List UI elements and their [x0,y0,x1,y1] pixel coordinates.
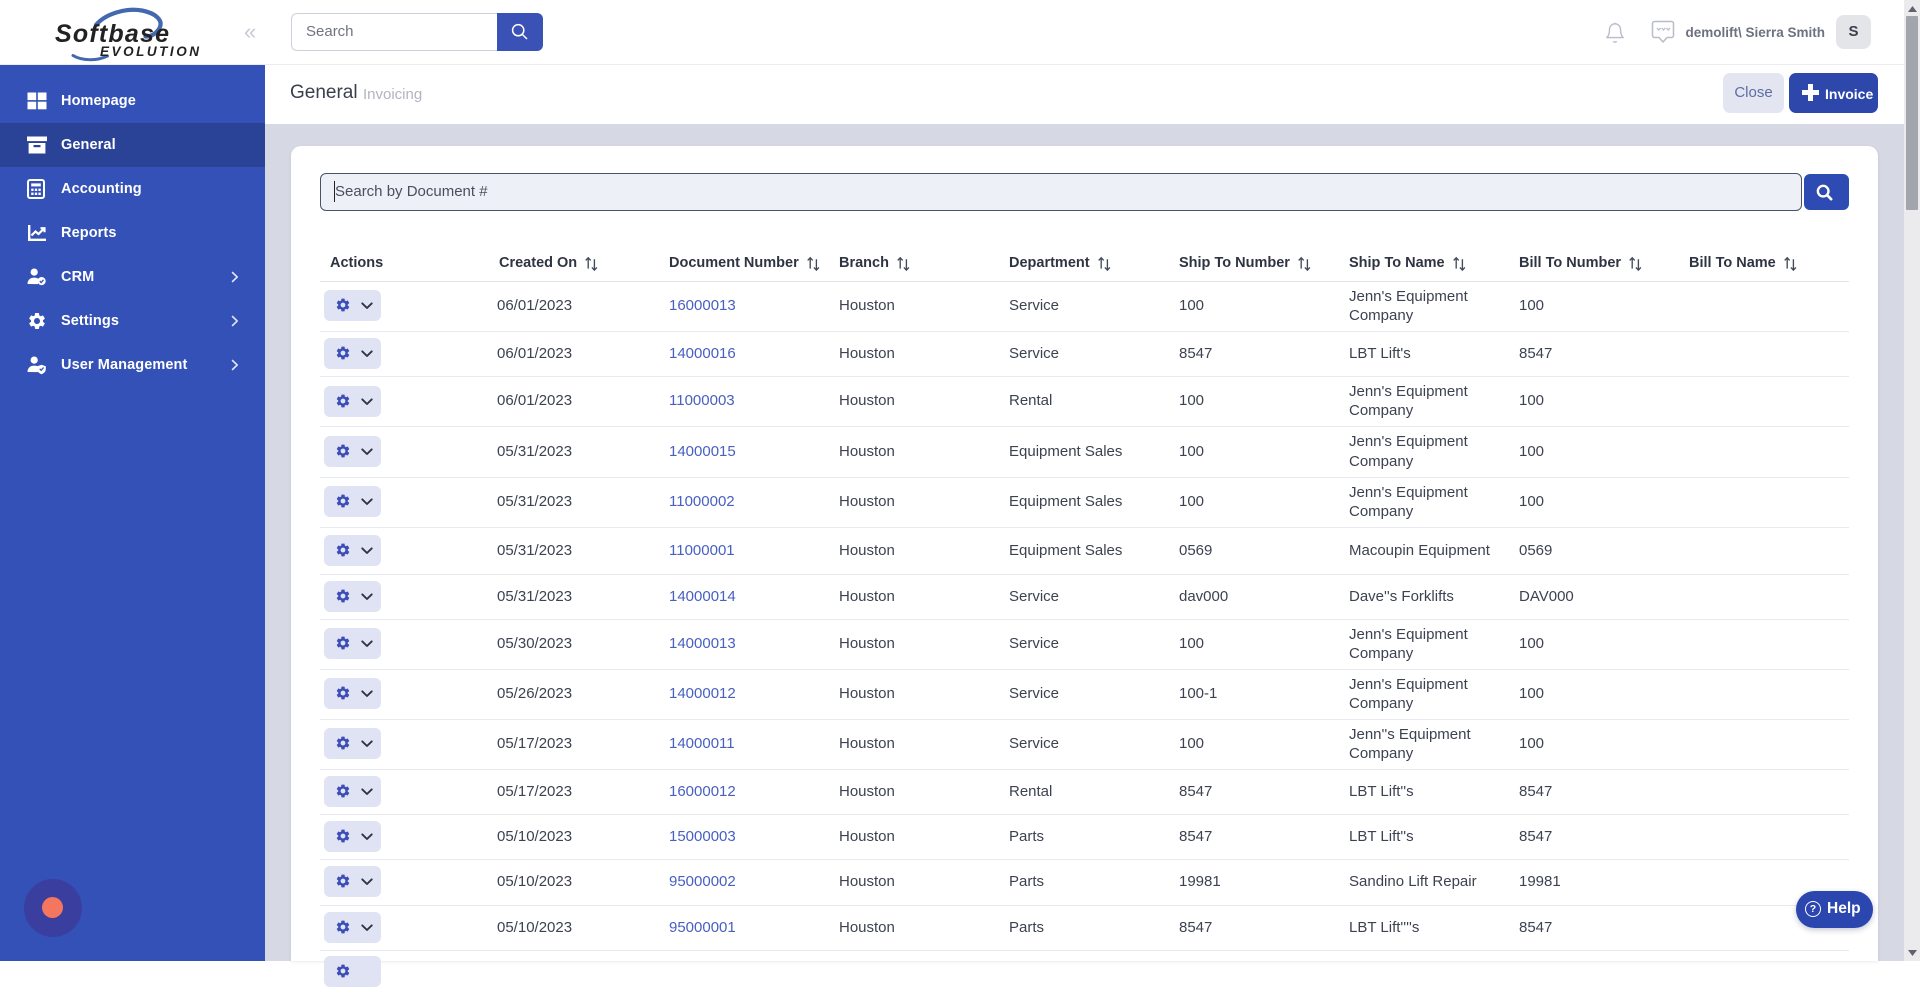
svg-text:EVOLUTION: EVOLUTION [100,44,199,59]
